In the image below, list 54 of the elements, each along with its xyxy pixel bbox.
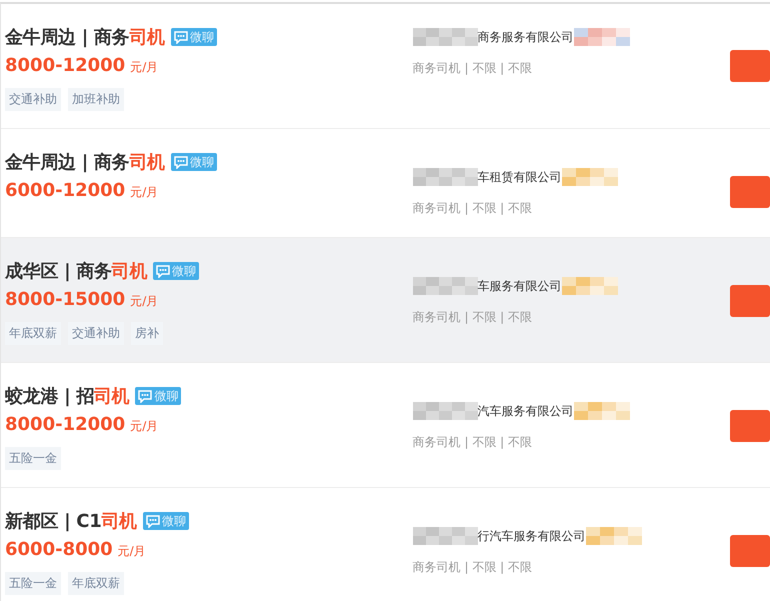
salary-unit: 元/月 <box>118 543 146 560</box>
company-name[interactable]: 行汽车服务有限公司 <box>478 528 586 544</box>
company-name[interactable]: 商务服务有限公司 <box>478 28 574 46</box>
pixelated-mask <box>574 402 630 420</box>
job-title[interactable]: 金牛周边 | 商务司机 <box>5 25 165 49</box>
pixelated-mask <box>562 277 618 295</box>
job-title[interactable]: 金牛周边 | 商务司机 <box>5 150 165 174</box>
pixelated-mask <box>412 277 478 295</box>
salary-unit: 元/月 <box>130 418 158 435</box>
benefit-tag: 五险一金 <box>5 572 61 595</box>
pixelated-mask <box>412 168 478 186</box>
speech-bubble-icon <box>138 390 152 402</box>
job-requirements: 商务司机 | 不限 | 不限 <box>412 309 534 326</box>
job-requirements: 商务司机 | 不限 | 不限 <box>412 434 534 451</box>
salary: 8000-15000 <box>5 289 126 310</box>
job-title[interactable]: 成华区 | 商务司机 <box>5 259 148 283</box>
salary: 8000-12000 <box>5 414 126 435</box>
pixelated-mask <box>412 28 478 46</box>
benefit-tag: 交通补助 <box>68 322 124 345</box>
salary: 8000-12000 <box>5 55 126 76</box>
benefit-tag: 年底双薪 <box>5 322 61 345</box>
job-title[interactable]: 蛟龙港 | 招司机 <box>5 384 130 408</box>
apply-button[interactable] <box>730 410 770 442</box>
benefit-tag: 加班补助 <box>68 88 124 111</box>
company-name[interactable]: 车服务有限公司 <box>478 278 562 294</box>
salary: 6000-8000 <box>5 539 113 560</box>
job-requirements: 商务司机 | 不限 | 不限 <box>412 60 534 77</box>
pixelated-mask <box>586 527 642 545</box>
pixelated-mask <box>412 402 478 420</box>
benefit-tag: 交通补助 <box>5 88 61 111</box>
speech-bubble-icon <box>174 30 188 44</box>
apply-button[interactable] <box>730 176 770 208</box>
salary-unit: 元/月 <box>130 293 158 310</box>
job-title[interactable]: 新都区 | C1司机 <box>5 509 137 533</box>
apply-button[interactable] <box>730 285 770 317</box>
salary-unit: 元/月 <box>130 184 158 201</box>
speech-bubble-icon <box>174 156 188 168</box>
benefit-tag: 房补 <box>131 322 163 345</box>
apply-button[interactable] <box>730 50 770 82</box>
salary: 6000-12000 <box>5 180 126 201</box>
pixelated-mask <box>412 527 478 545</box>
salary-unit: 元/月 <box>130 59 158 76</box>
speech-bubble-icon <box>146 514 160 528</box>
job-listing-row[interactable]: 成华区 | 商务司机 微聊 8000-15000 元/月 年底双薪 交通补助 房补 车服务有限公司 商务司机 | 不限 | 不限 <box>1 238 770 363</box>
company-name[interactable]: 汽车服务有限公司 <box>478 402 574 420</box>
speech-bubble-icon <box>156 264 170 278</box>
pixelated-mask <box>574 28 630 46</box>
pixelated-mask <box>562 168 618 186</box>
benefit-tag: 年底双薪 <box>68 572 124 595</box>
company-name[interactable]: 车租赁有限公司 <box>478 168 562 186</box>
job-requirements: 商务司机 | 不限 | 不限 <box>412 200 534 217</box>
apply-button[interactable] <box>730 535 770 567</box>
job-requirements: 商务司机 | 不限 | 不限 <box>412 559 534 576</box>
benefit-tag: 五险一金 <box>5 447 61 470</box>
